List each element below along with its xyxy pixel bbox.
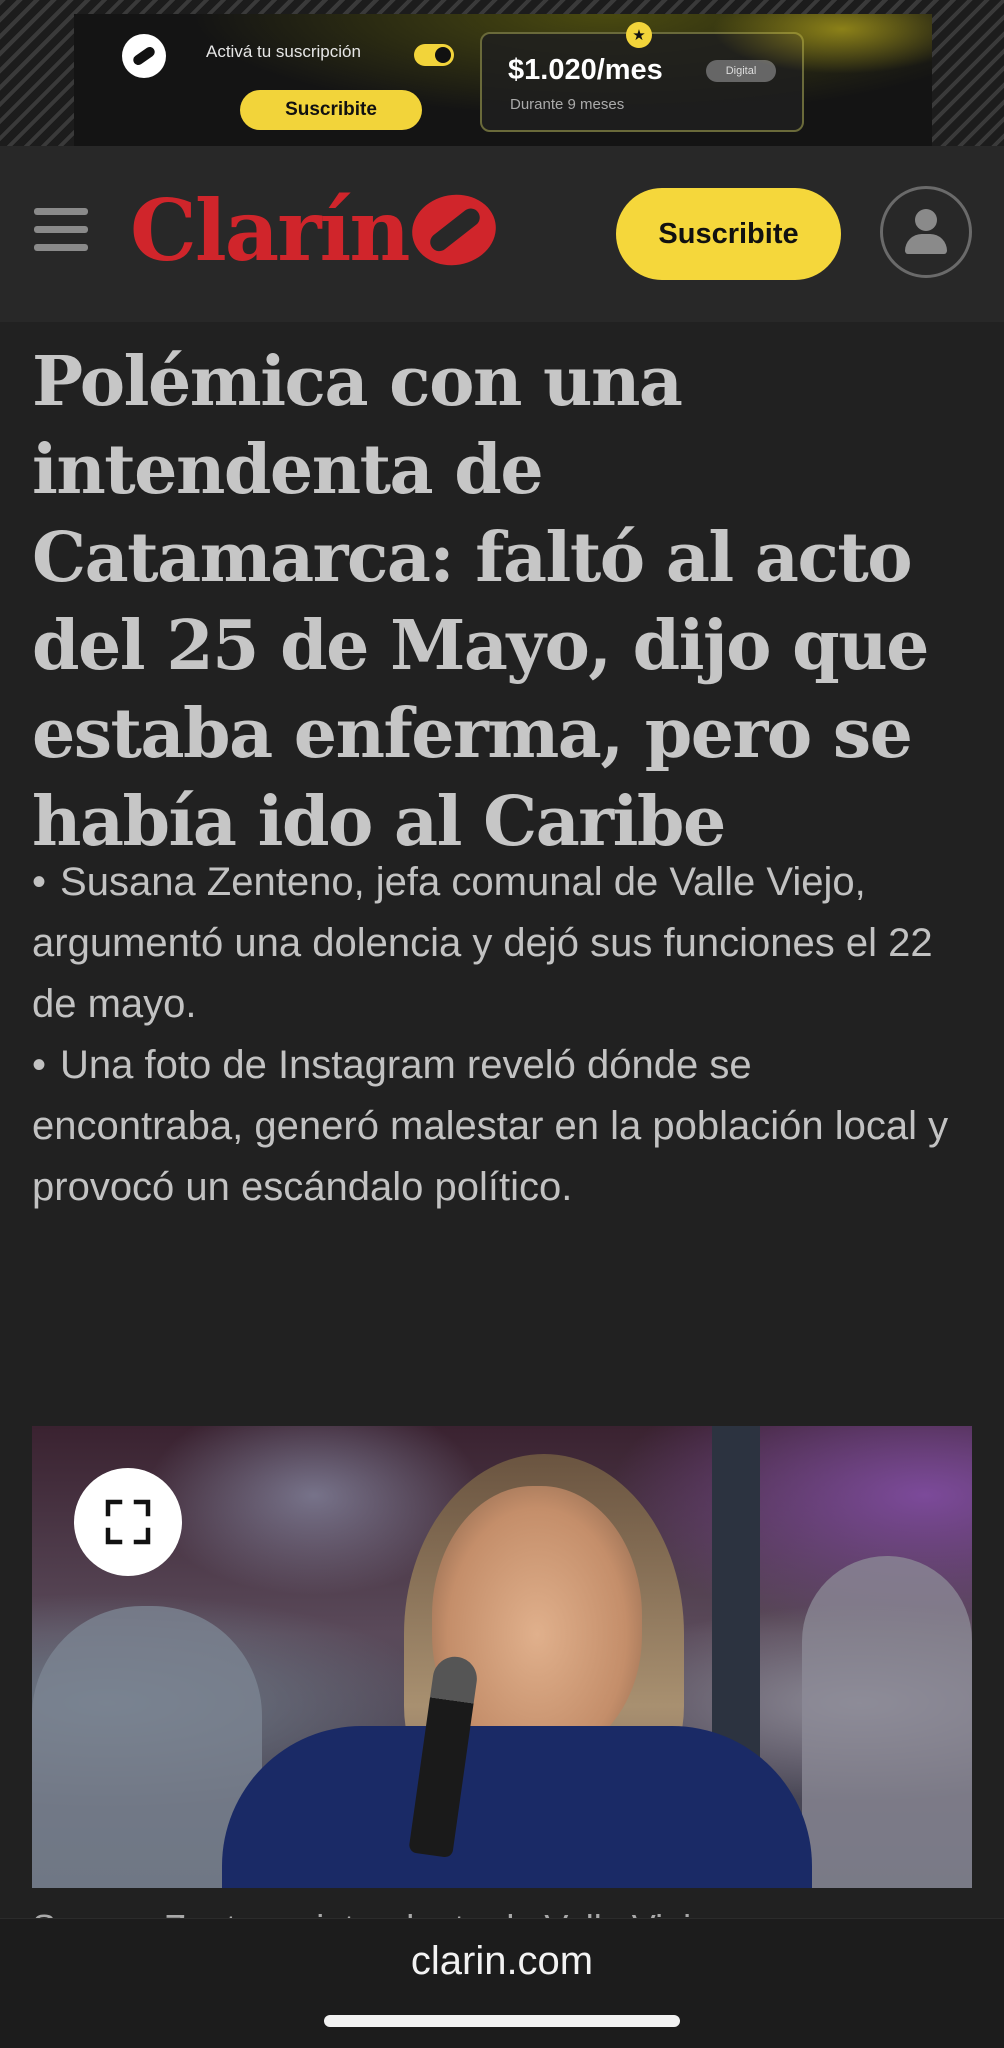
logo-text: Clarín [130, 180, 410, 280]
article-headline: Polémica con una intendenta de Catamarca… [32, 342, 929, 862]
summary-item: Susana Zenteno, jefa comunal de Valle Vi… [32, 852, 972, 1035]
ad-toggle-icon [414, 44, 454, 66]
subscribe-button[interactable]: Suscribite [616, 188, 841, 280]
ad-subscribe-button[interactable]: Suscribite [240, 90, 422, 130]
article-photo[interactable] [32, 1426, 972, 1888]
ad-price-note: Durante 9 meses [510, 96, 625, 113]
ad-price-card: ★ $1.020/mes Durante 9 meses Digital [480, 22, 804, 132]
expand-icon[interactable] [74, 1468, 182, 1576]
ad-price: $1.020/mes [508, 54, 663, 86]
star-icon: ★ [626, 22, 652, 48]
logo-mark-icon [406, 188, 502, 272]
subscription-ad[interactable]: Activá tu suscripción Suscribite ★ $1.02… [74, 14, 932, 146]
ad-prompt: Activá tu suscripción [206, 42, 361, 61]
hamburger-menu-icon[interactable] [34, 208, 88, 254]
ad-badge: Digital [706, 60, 776, 82]
home-indicator[interactable] [324, 2015, 680, 2027]
address-bar[interactable]: clarin.com [0, 1939, 1004, 1984]
site-header: Clarín Suscribite [0, 146, 1004, 322]
photo-background-figure [802, 1556, 972, 1888]
clarin-mark-icon [122, 34, 166, 78]
ad-banner-strip: Activá tu suscripción Suscribite ★ $1.02… [0, 0, 1004, 146]
user-icon[interactable] [880, 186, 972, 278]
browser-bottom-bar: clarin.com [0, 1918, 1004, 2048]
article-summary: Susana Zenteno, jefa comunal de Valle Vi… [32, 852, 972, 1218]
clarin-logo[interactable]: Clarín [130, 180, 502, 280]
photo-subject-body [222, 1726, 812, 1888]
summary-item: Una foto de Instagram reveló dónde se en… [32, 1035, 972, 1218]
